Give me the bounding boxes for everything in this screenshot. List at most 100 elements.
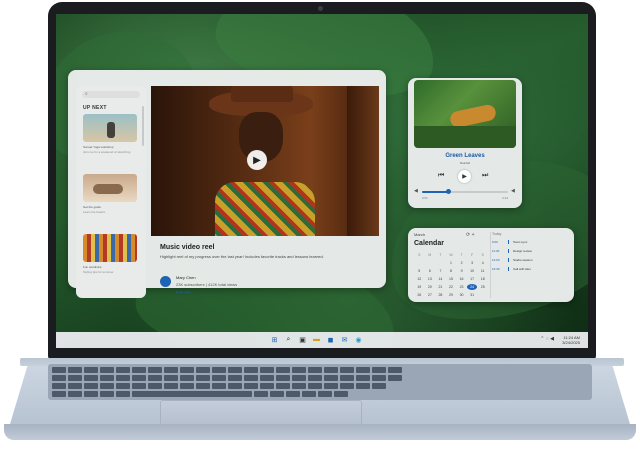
calendar-day[interactable]: 29 — [446, 292, 457, 298]
keyboard-key[interactable] — [68, 367, 82, 373]
event-item[interactable]: 16:30 Call with Alex — [492, 267, 570, 271]
keyboard-key[interactable] — [228, 375, 242, 381]
keyboard-key[interactable] — [84, 383, 98, 389]
keyboard-key[interactable] — [302, 391, 316, 397]
keyboard-key[interactable] — [324, 383, 338, 389]
calendar-day[interactable]: 15 — [446, 276, 457, 282]
keyboard-key[interactable] — [244, 375, 258, 381]
calendar-day[interactable]: 25 — [477, 284, 488, 290]
start-icon[interactable]: ⊞ — [270, 335, 279, 344]
keyboard-key[interactable] — [334, 391, 348, 397]
calendar-day[interactable]: 19 — [414, 284, 425, 290]
keyboard-key[interactable] — [116, 391, 130, 397]
keyboard-key[interactable] — [270, 391, 284, 397]
calendar-day[interactable]: 22 — [446, 284, 457, 290]
keyboard-key[interactable] — [116, 367, 130, 373]
calendar-day[interactable]: 26 — [414, 292, 425, 298]
keyboard-key[interactable] — [244, 367, 258, 373]
keyboard-key[interactable] — [356, 375, 370, 381]
keyboard-key[interactable] — [318, 391, 332, 397]
keyboard-key[interactable] — [276, 383, 290, 389]
calendar-day[interactable]: 10 — [467, 268, 478, 274]
keyboard-key[interactable] — [196, 383, 210, 389]
keyboard-key[interactable] — [356, 367, 370, 373]
previous-button[interactable]: ⏮ — [438, 172, 444, 180]
keyboard-key[interactable] — [116, 383, 130, 389]
keyboard-key[interactable] — [164, 375, 178, 381]
play-pause-button[interactable]: ▶ — [458, 170, 471, 183]
calendar-day[interactable]: 30 — [456, 292, 467, 298]
keyboard-key[interactable] — [372, 367, 386, 373]
keyboard-key[interactable] — [100, 383, 114, 389]
keyboard-key[interactable] — [100, 367, 114, 373]
keyboard-key[interactable] — [132, 383, 146, 389]
store-icon[interactable]: ◼ — [326, 335, 335, 344]
calendar-day[interactable]: 24 — [466, 284, 478, 290]
keyboard-key[interactable] — [244, 383, 258, 389]
calendar-day[interactable]: 5 — [414, 268, 425, 274]
calendar-day[interactable]: 3 — [467, 260, 478, 266]
play-button[interactable]: ▶ — [247, 150, 267, 170]
event-item[interactable]: 14:00 Studio session — [492, 258, 570, 262]
keyboard-key[interactable] — [68, 383, 82, 389]
keyboard-key[interactable] — [132, 375, 146, 381]
keyboard-key[interactable] — [228, 383, 242, 389]
seek-handle[interactable] — [445, 189, 451, 194]
keyboard-key[interactable] — [196, 375, 210, 381]
keyboard-key[interactable] — [260, 375, 274, 381]
keyboard-key[interactable] — [212, 375, 226, 381]
search-icon[interactable]: ⌕ — [284, 335, 293, 344]
keyboard-key[interactable] — [132, 367, 146, 373]
keyboard-key[interactable] — [340, 367, 354, 373]
calendar-day[interactable]: 16 — [456, 276, 467, 282]
calendar-day[interactable]: 18 — [477, 276, 488, 282]
event-item[interactable]: 11:30 Design review — [492, 249, 570, 253]
scrollbar[interactable] — [142, 106, 144, 146]
keyboard-key[interactable] — [84, 391, 98, 397]
keyboard-key[interactable] — [292, 375, 306, 381]
keyboard-key[interactable] — [276, 367, 290, 373]
keyboard-key[interactable] — [308, 383, 322, 389]
touchpad[interactable] — [160, 400, 362, 426]
channel-avatar[interactable] — [160, 276, 171, 287]
calendar-day[interactable]: 1 — [446, 260, 457, 266]
keyboard-key[interactable] — [340, 383, 354, 389]
edge-icon[interactable]: ◉ — [354, 335, 363, 344]
thumbnail-yoga[interactable] — [83, 114, 137, 142]
keyboard-key[interactable] — [52, 383, 66, 389]
clock[interactable]: 11:24 AM 3/24/2025 — [562, 335, 580, 345]
keyboard-key[interactable] — [84, 367, 98, 373]
calendar-day[interactable]: 13 — [425, 276, 436, 282]
keyboard-key[interactable] — [308, 375, 322, 381]
calendar-day[interactable]: 27 — [425, 292, 436, 298]
calendar-day[interactable]: 31 — [467, 292, 478, 298]
add-icon[interactable]: + — [472, 232, 475, 238]
video-player[interactable]: ▶ — [151, 86, 379, 236]
keyboard-key[interactable] — [372, 383, 386, 389]
keyboard-key[interactable] — [148, 367, 162, 373]
keyboard-key[interactable] — [292, 367, 306, 373]
keyboard-key[interactable] — [308, 367, 322, 373]
thumbnail-wardrobe[interactable] — [83, 234, 137, 262]
keyboard-key[interactable] — [164, 367, 178, 373]
keyboard-key[interactable] — [228, 367, 242, 373]
keyboard-key[interactable] — [340, 375, 354, 381]
calendar-day[interactable]: 2 — [456, 260, 467, 266]
read-more-link[interactable]: Read more — [176, 290, 191, 294]
keyboard-key[interactable] — [100, 391, 114, 397]
search-input[interactable]: ⌕ — [82, 91, 140, 98]
keyboard-key[interactable] — [260, 367, 274, 373]
keyboard-key[interactable] — [212, 383, 226, 389]
keyboard-key[interactable] — [276, 375, 290, 381]
system-tray-icons[interactable]: ⌃ ◌ ◀ — [540, 336, 554, 342]
calendar-day[interactable]: 21 — [435, 284, 446, 290]
calendar-day[interactable]: 11 — [477, 268, 488, 274]
calendar-day[interactable]: 14 — [435, 276, 446, 282]
keyboard-key[interactable] — [212, 367, 226, 373]
calendar-day[interactable]: 9 — [456, 268, 467, 274]
calendar-day[interactable]: 8 — [446, 268, 457, 274]
channel-name[interactable]: Mary Chen — [176, 275, 196, 280]
keyboard-key[interactable] — [148, 375, 162, 381]
keyboard-key[interactable] — [292, 383, 306, 389]
next-button[interactable]: ⏭ — [482, 172, 488, 180]
